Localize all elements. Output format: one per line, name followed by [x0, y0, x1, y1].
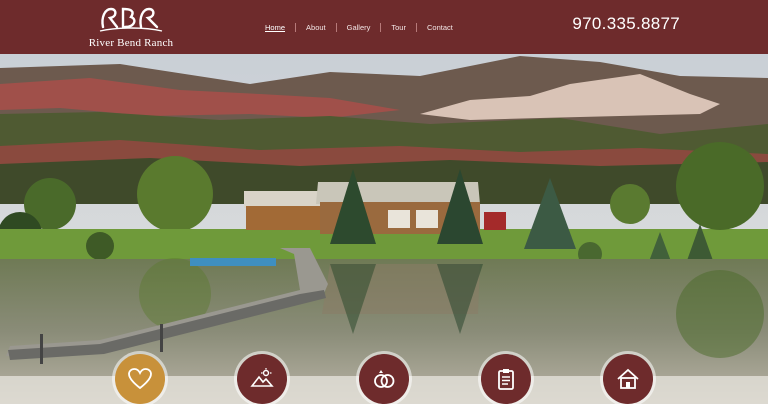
nav-home[interactable]: Home	[255, 23, 295, 32]
nav-gallery[interactable]: Gallery	[337, 23, 381, 32]
brand-name: River Bend Ranch	[88, 37, 174, 49]
nav-contact[interactable]: Contact	[417, 23, 463, 32]
rbr-logo-icon	[99, 7, 163, 32]
site-header: River Bend Ranch Home About Gallery Tour…	[0, 0, 768, 54]
nav-tour[interactable]: Tour	[381, 23, 416, 32]
wedding-rings-icon[interactable]	[359, 354, 409, 404]
main-nav: Home About Gallery Tour Contact	[255, 19, 463, 35]
clipboard-icon[interactable]	[481, 354, 531, 404]
feature-icons-row	[0, 351, 768, 404]
mountain-sun-icon[interactable]	[237, 354, 287, 404]
nav-about[interactable]: About	[296, 23, 336, 32]
phone-number[interactable]: 970.335.8877	[572, 14, 680, 34]
heart-icon[interactable]	[115, 354, 165, 404]
site-logo[interactable]: River Bend Ranch	[86, 3, 176, 51]
house-icon[interactable]	[603, 354, 653, 404]
